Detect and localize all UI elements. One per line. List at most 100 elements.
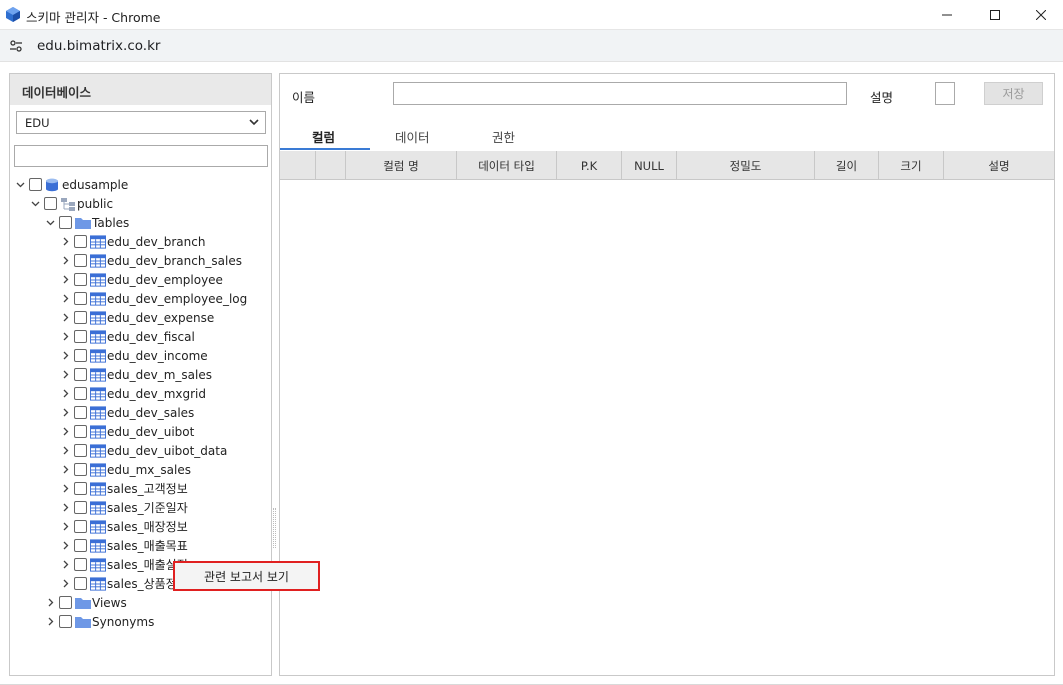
tree-toggle[interactable] (59, 274, 71, 286)
tree-checkbox[interactable] (74, 482, 87, 495)
grid-col-data-type[interactable]: 데이터 타입 (457, 151, 557, 180)
tree-toggle[interactable] (44, 616, 56, 628)
grid-col-size[interactable]: 크기 (879, 151, 944, 180)
tree-checkbox[interactable] (74, 349, 87, 362)
minimize-button[interactable] (924, 0, 970, 30)
tree-node-label[interactable]: Views (92, 596, 127, 610)
tree-node-table[interactable]: sales_기준일자 (59, 498, 188, 517)
tree-node-schema[interactable]: public (29, 194, 113, 213)
grid-col-pk[interactable]: P.K (557, 151, 622, 180)
tree-checkbox[interactable] (74, 444, 87, 457)
tree-node-table[interactable]: sales_고객정보 (59, 479, 188, 498)
panel-splitter[interactable] (273, 508, 276, 548)
tree-node-label[interactable]: edusample (62, 178, 128, 192)
tree-checkbox[interactable] (74, 235, 87, 248)
tree-checkbox[interactable] (59, 596, 72, 609)
tree-toggle[interactable] (59, 521, 71, 533)
grid-col-blank-1[interactable] (280, 151, 316, 180)
tree-toggle[interactable] (59, 312, 71, 324)
tree-node-label[interactable]: edu_dev_employee (107, 273, 223, 287)
tree-checkbox[interactable] (74, 520, 87, 533)
tree-toggle[interactable] (59, 331, 71, 343)
tree-checkbox[interactable] (74, 463, 87, 476)
tree-node-label[interactable]: edu_mx_sales (107, 463, 191, 477)
tree-node-label[interactable]: Tables (92, 216, 129, 230)
tree-toggle[interactable] (44, 597, 56, 609)
tree-search-input[interactable] (14, 145, 268, 167)
context-menu-related-reports[interactable]: 관련 보고서 보기 (173, 561, 320, 591)
tree-toggle[interactable] (59, 578, 71, 590)
tree-node-table[interactable]: edu_dev_sales (59, 403, 194, 422)
tree-toggle[interactable] (59, 483, 71, 495)
tree-node-table[interactable]: edu_dev_mxgrid (59, 384, 206, 403)
maximize-button[interactable] (972, 0, 1018, 30)
tree-checkbox[interactable] (74, 368, 87, 381)
tree-node-label[interactable]: edu_dev_sales (107, 406, 194, 420)
tree-toggle[interactable] (59, 369, 71, 381)
tree-node-table[interactable]: edu_dev_fiscal (59, 327, 195, 346)
description-input[interactable] (935, 82, 955, 105)
tree-node-tables-folder[interactable]: Tables (44, 213, 129, 232)
name-input[interactable] (393, 82, 847, 105)
tree-checkbox[interactable] (74, 577, 87, 590)
tree-node-table[interactable]: edu_dev_expense (59, 308, 214, 327)
tree-node-label[interactable]: edu_dev_expense (107, 311, 214, 325)
tree-toggle[interactable] (59, 426, 71, 438)
tree-node-label[interactable]: edu_dev_branch (107, 235, 205, 249)
tree-toggle[interactable] (29, 198, 41, 210)
grid-col-precision[interactable]: 정밀도 (677, 151, 815, 180)
tree-node-synonyms-folder[interactable]: Synonyms (44, 612, 154, 631)
tab-data[interactable]: 데이터 (395, 127, 430, 146)
tree-toggle[interactable] (59, 464, 71, 476)
tree-node-root[interactable]: edusample (14, 175, 128, 194)
tree-toggle[interactable] (59, 407, 71, 419)
tree-toggle[interactable] (59, 255, 71, 267)
tree-node-label[interactable]: sales_매장정보 (107, 518, 188, 535)
tree-node-table[interactable]: edu_dev_branch_sales (59, 251, 242, 270)
tree-node-table[interactable]: edu_mx_sales (59, 460, 191, 479)
site-settings-icon[interactable] (9, 39, 23, 53)
tree-checkbox[interactable] (59, 615, 72, 628)
tree-toggle[interactable] (59, 236, 71, 248)
tree-checkbox[interactable] (74, 558, 87, 571)
tree-node-table[interactable]: edu_dev_income (59, 346, 208, 365)
tree-checkbox[interactable] (74, 330, 87, 343)
tree-checkbox[interactable] (59, 216, 72, 229)
tree-node-table[interactable]: sales_매출목표 (59, 536, 188, 555)
tree-node-table[interactable]: edu_dev_uibot_data (59, 441, 227, 460)
tree-node-table[interactable]: edu_dev_uibot (59, 422, 194, 441)
tree-node-table[interactable]: edu_dev_employee (59, 270, 223, 289)
tree-node-table[interactable]: sales_매출실적 (59, 555, 188, 574)
tree-toggle[interactable] (59, 388, 71, 400)
tree-checkbox[interactable] (74, 425, 87, 438)
tree-toggle[interactable] (14, 179, 26, 191)
tree-toggle[interactable] (59, 559, 71, 571)
tree-checkbox[interactable] (74, 254, 87, 267)
tree-node-views-folder[interactable]: Views (44, 593, 127, 612)
tree-node-label[interactable]: Synonyms (92, 615, 154, 629)
tree-node-label[interactable]: sales_고객정보 (107, 480, 188, 497)
tree-node-label[interactable]: edu_dev_uibot (107, 425, 194, 439)
tree-toggle[interactable] (44, 217, 56, 229)
tree-checkbox[interactable] (74, 311, 87, 324)
tree-node-label[interactable]: sales_매출목표 (107, 537, 188, 554)
tree-node-label[interactable]: edu_dev_income (107, 349, 208, 363)
close-button[interactable] (1018, 0, 1063, 30)
tree-toggle[interactable] (59, 445, 71, 457)
tree-toggle[interactable] (59, 502, 71, 514)
grid-col-blank-2[interactable] (316, 151, 346, 180)
tab-columns[interactable]: 컬럼 (312, 127, 335, 146)
tree-node-label[interactable]: edu_dev_employee_log (107, 292, 247, 306)
save-button[interactable]: 저장 (984, 82, 1043, 105)
grid-col-column-name[interactable]: 컬럼 명 (346, 151, 457, 180)
tree-checkbox[interactable] (29, 178, 42, 191)
tree-node-label[interactable]: edu_dev_fiscal (107, 330, 195, 344)
tree-checkbox[interactable] (74, 292, 87, 305)
grid-col-description[interactable]: 설명 (944, 151, 1054, 180)
tree-checkbox[interactable] (74, 501, 87, 514)
database-select[interactable]: EDU (16, 111, 266, 134)
tree-toggle[interactable] (59, 350, 71, 362)
tree-checkbox[interactable] (74, 406, 87, 419)
tree-node-table[interactable]: sales_매장정보 (59, 517, 188, 536)
tree-checkbox[interactable] (44, 197, 57, 210)
